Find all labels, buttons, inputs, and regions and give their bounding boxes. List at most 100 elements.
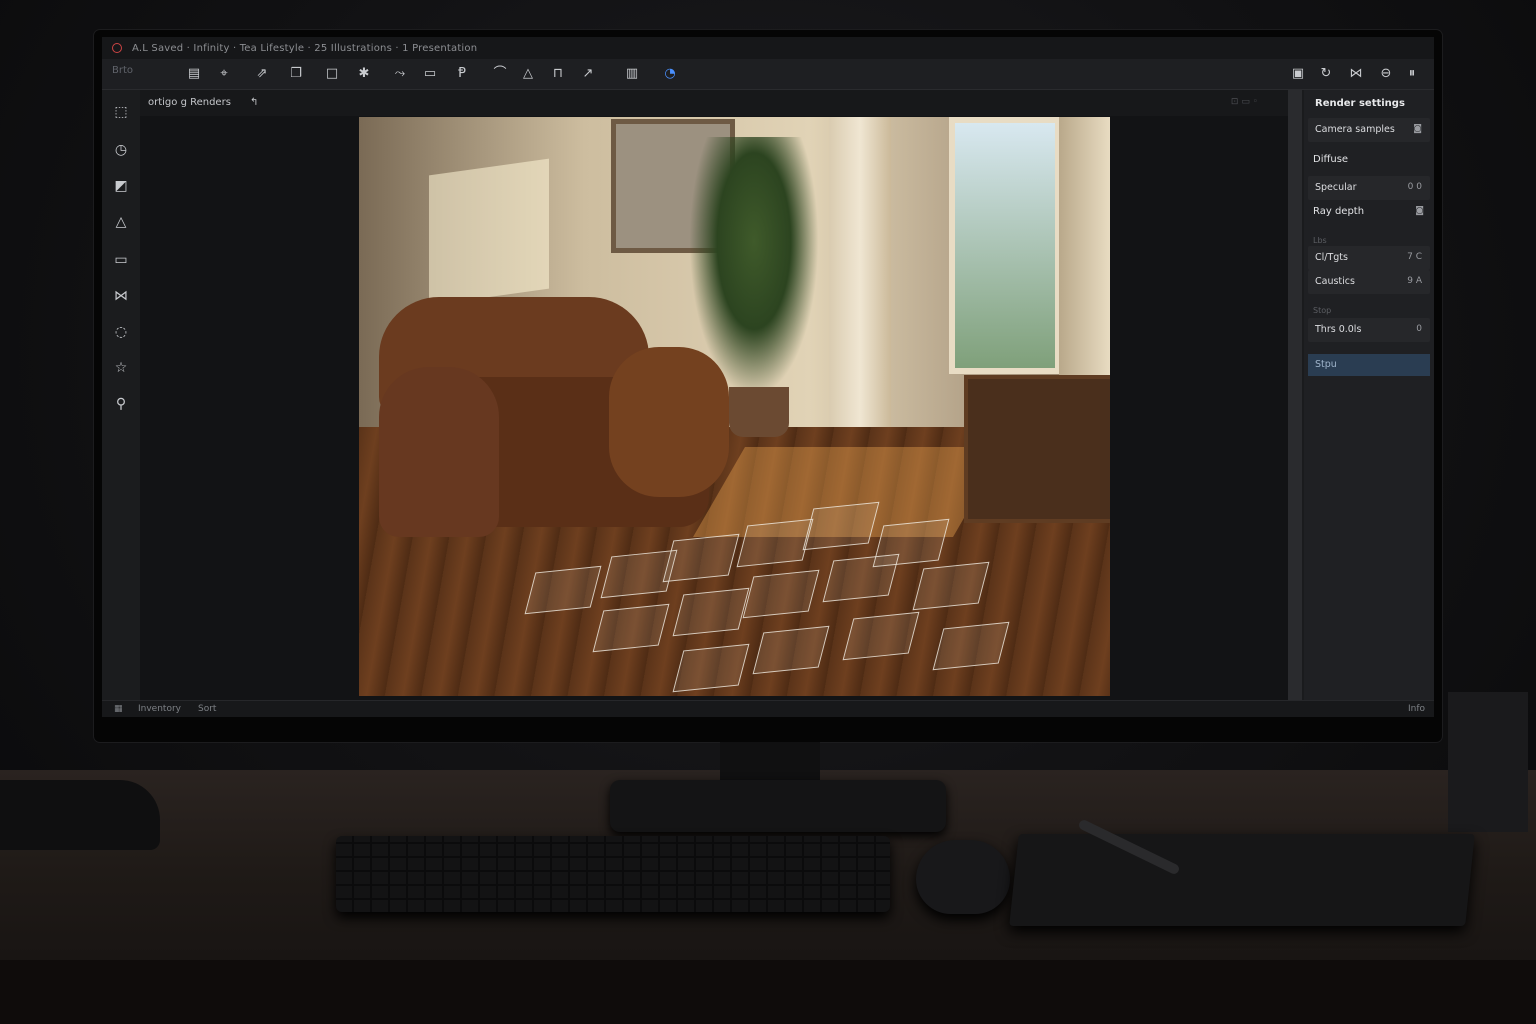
settings-icon[interactable]: ◙ bbox=[1413, 124, 1422, 134]
frame-icon[interactable]: □ bbox=[322, 64, 342, 84]
armchair-arm-left bbox=[379, 367, 499, 537]
floor-card bbox=[592, 603, 670, 653]
status-info: Info bbox=[1408, 704, 1426, 714]
pin-icon[interactable]: ✱ bbox=[354, 64, 374, 84]
ray-depth-label: Ray depth bbox=[1313, 206, 1365, 217]
status-bar: ▦ Inventory Sort Info bbox=[102, 700, 1434, 717]
viewport-scrollbar[interactable] bbox=[1288, 90, 1302, 700]
light-icon[interactable]: Ᵽ bbox=[452, 64, 472, 84]
chart-icon[interactable]: ▥ bbox=[622, 64, 642, 84]
ruler-icon[interactable]: ⊓ bbox=[548, 64, 568, 84]
plant-pot bbox=[729, 387, 789, 437]
toolbar: Brto ▤ ⌖ ⇗ ❐ □ ✱ ⤳ ▭ Ᵽ ⌒ △ ⊓ ↗ ▥ ◔ ▣ ↻ ⋈… bbox=[102, 59, 1434, 90]
caustics-label: Caustics bbox=[1315, 276, 1355, 287]
folder-icon[interactable]: ▤ bbox=[184, 64, 204, 84]
title-bar: A.L Saved · Infinity · Tea Lifestyle · 2… bbox=[102, 37, 1434, 59]
sunlight-patch bbox=[429, 158, 549, 306]
render-settings-panel: Render settings Camera samples ◙ Diffuse… bbox=[1304, 90, 1434, 700]
share-icon[interactable]: ⇗ bbox=[252, 64, 272, 84]
viewport-tab[interactable]: ortigo g Renders bbox=[148, 97, 231, 108]
node-icon[interactable]: ⋈ bbox=[1346, 64, 1366, 84]
caustics-value: 9 A bbox=[1407, 276, 1422, 286]
floor-card bbox=[672, 643, 750, 693]
floor-card bbox=[842, 611, 920, 661]
floor-card bbox=[742, 569, 820, 619]
mouse bbox=[916, 840, 1010, 914]
status-inventory[interactable]: Inventory bbox=[138, 704, 181, 714]
mode-dropdown[interactable]: Brto bbox=[112, 65, 133, 76]
graph-icon[interactable]: ↗ bbox=[578, 64, 598, 84]
minus-icon[interactable]: ⊖ bbox=[1376, 64, 1396, 84]
specular-row[interactable]: Specular 0 0 bbox=[1308, 176, 1430, 200]
render-viewport: ortigo g Renders ↰ ⊡ ▭ ◦ bbox=[140, 90, 1288, 700]
star-icon[interactable]: ☆ bbox=[111, 358, 131, 378]
threads-label: Thrs 0.0ls bbox=[1315, 324, 1362, 335]
warning-icon[interactable]: △ bbox=[111, 212, 131, 232]
clamp-row[interactable]: Cl/Tgts 7 C bbox=[1308, 246, 1430, 270]
mountain-icon[interactable]: ⌒ bbox=[490, 64, 510, 84]
section-label: Lbs bbox=[1313, 236, 1327, 245]
app-window: A.L Saved · Infinity · Tea Lifestyle · 2… bbox=[102, 37, 1434, 717]
floor-card bbox=[524, 565, 602, 615]
blender-icon[interactable]: ◔ bbox=[660, 64, 680, 84]
clamp-label: Cl/Tgts bbox=[1315, 252, 1348, 263]
status-sort[interactable]: Sort bbox=[198, 704, 216, 714]
brush-icon[interactable]: ⚲ bbox=[111, 394, 131, 414]
window bbox=[949, 117, 1061, 374]
cursor-icon[interactable]: ↰ bbox=[250, 97, 258, 108]
panel-title: Render settings bbox=[1315, 98, 1405, 109]
render-image bbox=[359, 117, 1110, 696]
floor-card bbox=[822, 553, 900, 603]
layer-icon[interactable]: ▭ bbox=[111, 250, 131, 270]
save-icon[interactable]: ▣ bbox=[1288, 64, 1308, 84]
measure-icon[interactable]: △ bbox=[518, 64, 538, 84]
bookshelf bbox=[964, 375, 1110, 523]
floor-card bbox=[752, 625, 830, 675]
floor-card bbox=[662, 533, 740, 583]
keyboard bbox=[336, 836, 890, 912]
headphones bbox=[0, 780, 160, 850]
clamp-value: 7 C bbox=[1407, 252, 1422, 262]
specular-label: Specular bbox=[1315, 182, 1357, 193]
left-toolbar: ⬚ ◷ ◩ △ ▭ ⋈ ◌ ☆ ⚲ bbox=[102, 90, 141, 700]
floor-card bbox=[736, 518, 814, 568]
ray-depth-icon[interactable]: ◙ bbox=[1415, 206, 1424, 216]
armchair-arm-right bbox=[609, 347, 729, 497]
desk-edge bbox=[0, 960, 1536, 1024]
section-label: Stop bbox=[1313, 306, 1332, 315]
curve-icon[interactable]: ⋈ bbox=[111, 286, 131, 306]
copy-icon[interactable]: ❐ bbox=[286, 64, 306, 84]
floor-card bbox=[802, 501, 880, 551]
monitor-stand bbox=[610, 780, 946, 832]
pen-cup bbox=[1448, 692, 1528, 832]
curtain-left bbox=[829, 117, 891, 447]
camera-icon[interactable]: ▭ bbox=[420, 64, 440, 84]
viewport-tools[interactable]: ⊡ ▭ ◦ bbox=[1231, 97, 1258, 107]
camera-samples-row[interactable]: Camera samples ◙ bbox=[1308, 118, 1430, 142]
monitor-neck bbox=[720, 742, 820, 784]
floor-card bbox=[932, 621, 1010, 671]
select-icon[interactable]: ⬚ bbox=[111, 102, 131, 122]
close-icon[interactable] bbox=[112, 43, 122, 53]
transform-icon[interactable]: ⌖ bbox=[214, 64, 234, 84]
floor-card bbox=[672, 587, 750, 637]
timer-icon[interactable]: ◷ bbox=[111, 140, 131, 160]
cycle-icon[interactable]: ↻ bbox=[1316, 64, 1336, 84]
grid-icon[interactable]: ▦ bbox=[114, 704, 123, 714]
selected-item-label: Stpu bbox=[1315, 359, 1337, 370]
selected-item[interactable]: Stpu bbox=[1308, 354, 1430, 376]
drawing-tablet bbox=[1009, 834, 1475, 926]
threads-value: 0 bbox=[1416, 324, 1422, 334]
link-icon[interactable]: ⤳ bbox=[390, 64, 410, 84]
threads-row[interactable]: Thrs 0.0ls 0 bbox=[1308, 318, 1430, 342]
camera-samples-label: Camera samples bbox=[1315, 124, 1395, 135]
window-title: A.L Saved · Infinity · Tea Lifestyle · 2… bbox=[132, 42, 478, 54]
diffuse-label: Diffuse bbox=[1313, 154, 1349, 165]
image-icon[interactable]: ◩ bbox=[111, 176, 131, 196]
caustics-row[interactable]: Caustics 9 A bbox=[1308, 270, 1430, 294]
specular-value: 0 0 bbox=[1407, 182, 1422, 192]
viewport-header: ortigo g Renders ↰ ⊡ ▭ ◦ bbox=[140, 90, 1288, 116]
floor-card bbox=[912, 561, 990, 611]
search-icon[interactable]: ◌ bbox=[111, 322, 131, 342]
pause-icon[interactable]: ⏸ bbox=[1402, 64, 1422, 84]
